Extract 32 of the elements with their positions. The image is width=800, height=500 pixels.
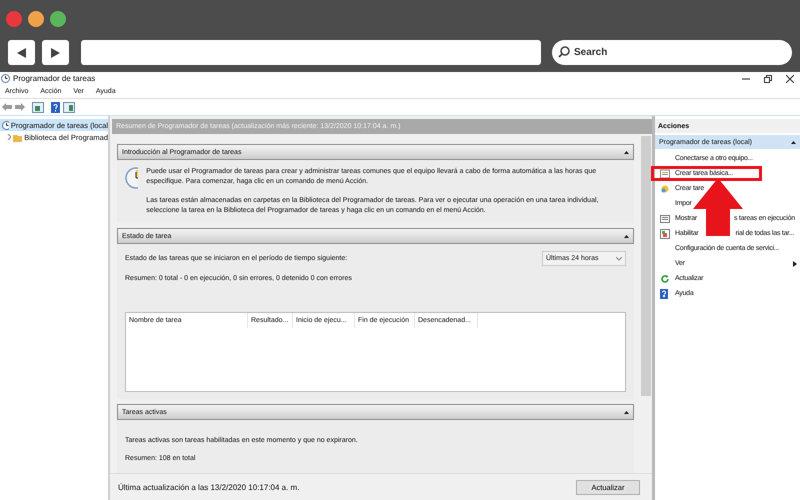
search-field[interactable]: Search bbox=[552, 40, 792, 65]
forward-button[interactable] bbox=[42, 40, 69, 65]
action-pane-icon[interactable] bbox=[63, 102, 75, 112]
collapse-icon[interactable] bbox=[624, 410, 629, 414]
address-field[interactable] bbox=[81, 40, 541, 65]
back-icon bbox=[17, 48, 26, 58]
restore-icon[interactable] bbox=[764, 74, 772, 82]
back-button[interactable] bbox=[8, 40, 35, 65]
collapse-icon[interactable] bbox=[624, 234, 629, 238]
console-tree-icon[interactable] bbox=[32, 102, 44, 112]
collapse-icon[interactable] bbox=[624, 150, 629, 154]
forward-arrow-icon[interactable] bbox=[15, 103, 25, 111]
window-title: Programador de tareas bbox=[13, 74, 96, 83]
help-icon[interactable] bbox=[51, 102, 60, 112]
close-icon[interactable] bbox=[786, 74, 794, 82]
log-icon bbox=[660, 228, 670, 238]
last-updated-text: Última actualización a las 13/2/2020 10:17:04 a. m. bbox=[118, 482, 300, 492]
search-icon bbox=[558, 46, 570, 58]
wizard-icon bbox=[660, 168, 670, 178]
zoom-dot-icon[interactable] bbox=[50, 10, 66, 26]
chevron-icon[interactable] bbox=[7, 134, 12, 140]
back-arrow-icon[interactable] bbox=[2, 103, 12, 111]
chevron-down-icon bbox=[616, 256, 622, 260]
collapse-icon[interactable] bbox=[791, 140, 796, 144]
clock-icon bbox=[125, 167, 138, 189]
forward-icon bbox=[51, 48, 60, 58]
minimize-dot-icon[interactable] bbox=[28, 10, 44, 26]
help-icon bbox=[660, 288, 668, 298]
refresh-icon bbox=[660, 274, 670, 284]
close-dot-icon[interactable] bbox=[6, 10, 22, 26]
list-icon bbox=[660, 214, 670, 224]
task-icon bbox=[660, 184, 670, 194]
